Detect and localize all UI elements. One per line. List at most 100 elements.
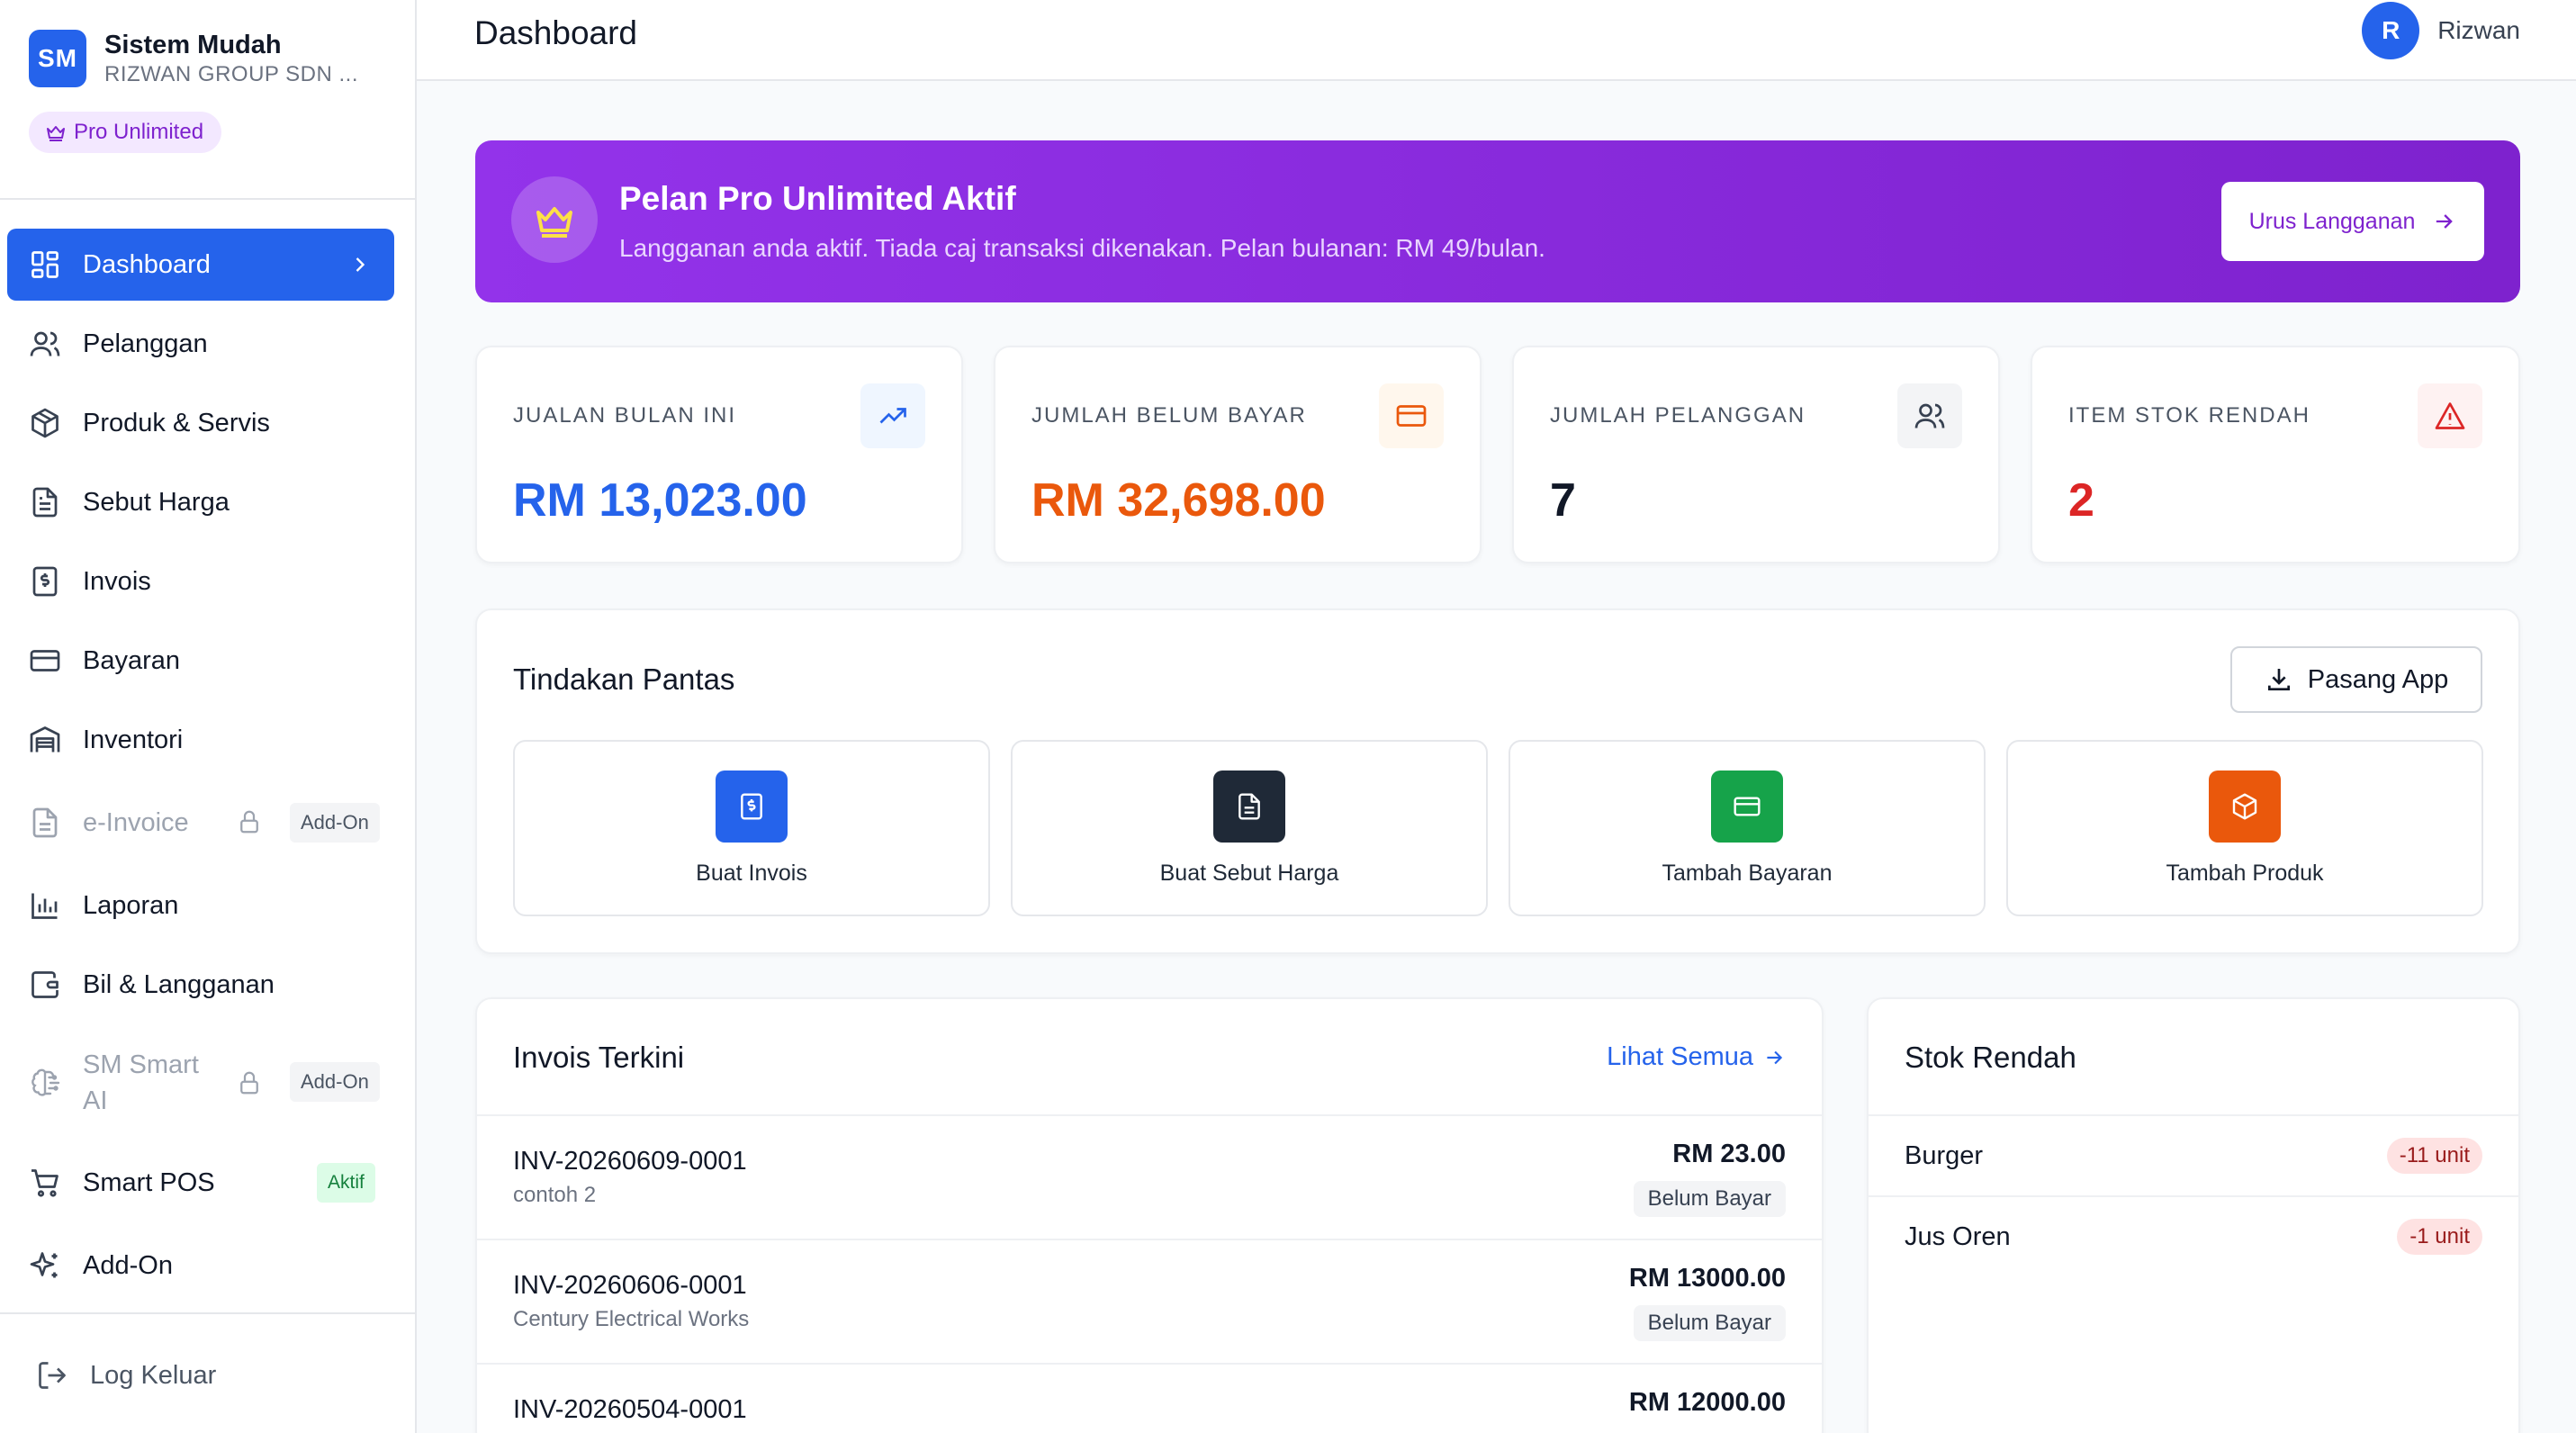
sidebar-item-label: Bil & Langganan xyxy=(83,969,275,999)
cart-icon xyxy=(32,1169,59,1197)
manage-subscription-button[interactable]: Urus Langganan xyxy=(2221,182,2484,261)
wallet-icon xyxy=(32,971,59,998)
invoice-number: INV-20260504-0001 xyxy=(513,1395,747,1424)
quick-action-add-payment[interactable]: Tambah Bayaran xyxy=(1509,740,1986,916)
quick-action-label: Tambah Produk xyxy=(2166,861,2324,886)
addon-tag: Add-On xyxy=(290,803,380,843)
brand-name: Sistem Mudah xyxy=(104,31,282,59)
quick-actions-panel: Tindakan Pantas Pasang App Buat Invois B… xyxy=(475,608,2520,954)
sidebar-item-pelanggan[interactable]: Pelanggan xyxy=(7,308,394,380)
sidebar-item-e-invoice[interactable]: e-Invoice Add-On xyxy=(7,787,394,859)
sidebar-item-invois[interactable]: Invois xyxy=(7,545,394,617)
user-menu[interactable]: R Rizwan xyxy=(2362,2,2520,59)
logout-icon xyxy=(39,1362,66,1389)
lock-icon xyxy=(240,810,258,834)
user-name: Rizwan xyxy=(2437,16,2520,44)
arrow-right-icon xyxy=(2436,214,2454,229)
quick-action-label: Buat Invois xyxy=(696,861,807,886)
sidebar-item-inventori[interactable]: Inventori xyxy=(7,704,394,776)
sidebar-item-label: Laporan xyxy=(83,890,179,920)
banner-title: Pelan Pro Unlimited Aktif xyxy=(619,180,1016,217)
recent-invoices-panel: Invois Terkini Lihat Semua INV-20260609-… xyxy=(475,997,1824,1433)
crown-icon xyxy=(47,126,65,141)
top-header: Dashboard R Rizwan xyxy=(417,0,2576,81)
company-name: RIZWAN GROUP SDN ... xyxy=(104,62,359,86)
table-row[interactable]: INV-20260609-0001 contoh 2 RM 23.00 Belu… xyxy=(477,1114,1822,1239)
sidebar-item-laporan[interactable]: Laporan xyxy=(7,870,394,942)
logout-label: Log Keluar xyxy=(90,1360,217,1390)
brand[interactable]: SM Sistem Mudah RIZWAN GROUP SDN ... xyxy=(29,29,358,88)
sidebar-divider xyxy=(0,198,415,200)
sidebar-item-bayaran[interactable]: Bayaran xyxy=(7,625,394,697)
quick-action-create-invoice[interactable]: Buat Invois xyxy=(513,740,990,916)
status-badge: Belum Bayar xyxy=(1633,1181,1786,1217)
stock-item-name: Burger xyxy=(1905,1141,1984,1170)
stock-item-name: Jus Oren xyxy=(1905,1222,2011,1251)
addon-tag: Add-On xyxy=(290,1062,380,1102)
stat-card-low-stock: ITEM STOK RENDAH 2 xyxy=(2031,346,2520,563)
grid-icon xyxy=(32,251,59,278)
stat-value: RM 32,698.00 xyxy=(1031,474,1326,527)
brain-icon xyxy=(32,1068,60,1096)
crown-icon xyxy=(511,176,598,263)
sidebar-item-bil-langganan[interactable]: Bil & Langganan xyxy=(7,949,394,1021)
stat-label: JUMLAH BELUM BAYAR xyxy=(1031,403,1307,428)
section-title: Stok Rendah xyxy=(1905,1041,2076,1074)
quick-action-add-product[interactable]: Tambah Produk xyxy=(2006,740,2483,916)
stat-label: JUALAN BULAN INI xyxy=(513,403,737,428)
list-item[interactable]: Jus Oren -1 unit xyxy=(1869,1195,2518,1276)
avatar: R xyxy=(2362,2,2420,59)
sidebar-item-add-on[interactable]: Add-On xyxy=(7,1230,394,1302)
sidebar-item-label: Invois xyxy=(83,566,151,596)
list-item[interactable]: Burger -11 unit xyxy=(1869,1114,2518,1195)
manage-subscription-label: Urus Langganan xyxy=(2248,208,2416,234)
logout-button[interactable]: Log Keluar xyxy=(36,1359,216,1392)
sidebar-item-label: Dashboard xyxy=(83,249,211,279)
credit-card-icon xyxy=(1711,771,1783,843)
chevron-right-icon xyxy=(356,257,365,272)
table-row[interactable]: INV-20260504-0001 RM 12000.00 xyxy=(477,1363,1822,1433)
users-icon xyxy=(30,331,60,356)
sidebar-divider xyxy=(0,1312,415,1314)
sidebar-item-label: Sebut Harga xyxy=(83,487,230,517)
sidebar-item-label: Smart POS xyxy=(83,1167,215,1197)
sidebar-item-sebut-harga[interactable]: Sebut Harga xyxy=(7,466,394,538)
low-stock-panel: Stok Rendah Burger -11 unit Jus Oren -1 … xyxy=(1867,997,2520,1433)
stat-card-customers: JUMLAH PELANGGAN 7 xyxy=(1512,346,2000,563)
brand-logo: SM xyxy=(29,30,86,87)
sidebar-item-label-line1: SM Smart xyxy=(83,1050,199,1079)
credit-card-icon xyxy=(30,650,60,671)
arrow-right-icon xyxy=(1767,1050,1783,1064)
sidebar-item-produk[interactable]: Produk & Servis xyxy=(7,387,394,459)
invoice-amount: RM 23.00 xyxy=(1672,1140,1786,1168)
stat-label: JUMLAH PELANGGAN xyxy=(1550,403,1806,428)
users-icon xyxy=(1897,383,1962,448)
sidebar-item-dashboard[interactable]: Dashboard xyxy=(7,229,394,301)
document-icon xyxy=(32,807,58,838)
table-row[interactable]: INV-20260606-0001 Century Electrical Wor… xyxy=(477,1239,1822,1363)
sidebar-item-smart-pos[interactable]: Smart POS Aktif xyxy=(7,1147,394,1219)
see-all-label: Lihat Semua xyxy=(1607,1042,1753,1071)
quick-action-label: Tambah Bayaran xyxy=(1662,861,1833,886)
sidebar-item-smart-ai[interactable]: SM Smart AI Add-On xyxy=(7,1044,394,1122)
stat-value: 7 xyxy=(1550,474,1576,527)
invoice-customer: Century Electrical Works xyxy=(513,1307,750,1331)
invoice-customer: contoh 2 xyxy=(513,1183,597,1207)
active-tag: Aktif xyxy=(317,1163,375,1203)
invoice-number: INV-20260606-0001 xyxy=(513,1271,747,1300)
section-title: Tindakan Pantas xyxy=(513,662,735,696)
stat-card-sales: JUALAN BULAN INI RM 13,023.00 xyxy=(475,346,963,563)
download-icon xyxy=(2267,669,2290,690)
sidebar-item-label: Add-On xyxy=(83,1250,173,1280)
banner-description: Langganan anda aktif. Tiada caj transaks… xyxy=(619,234,1545,262)
section-title: Invois Terkini xyxy=(513,1041,685,1074)
see-all-link[interactable]: Lihat Semua xyxy=(1607,1042,1786,1072)
lock-icon xyxy=(240,1071,258,1095)
quick-action-create-quote[interactable]: Buat Sebut Harga xyxy=(1011,740,1488,916)
invoice-amount: RM 12000.00 xyxy=(1628,1388,1786,1417)
document-icon xyxy=(32,487,58,518)
sidebar-item-label-line2: AI xyxy=(83,1086,108,1115)
install-app-button[interactable]: Pasang App xyxy=(2230,646,2482,713)
invoice-number: INV-20260609-0001 xyxy=(513,1147,747,1176)
bar-chart-icon xyxy=(32,893,58,919)
